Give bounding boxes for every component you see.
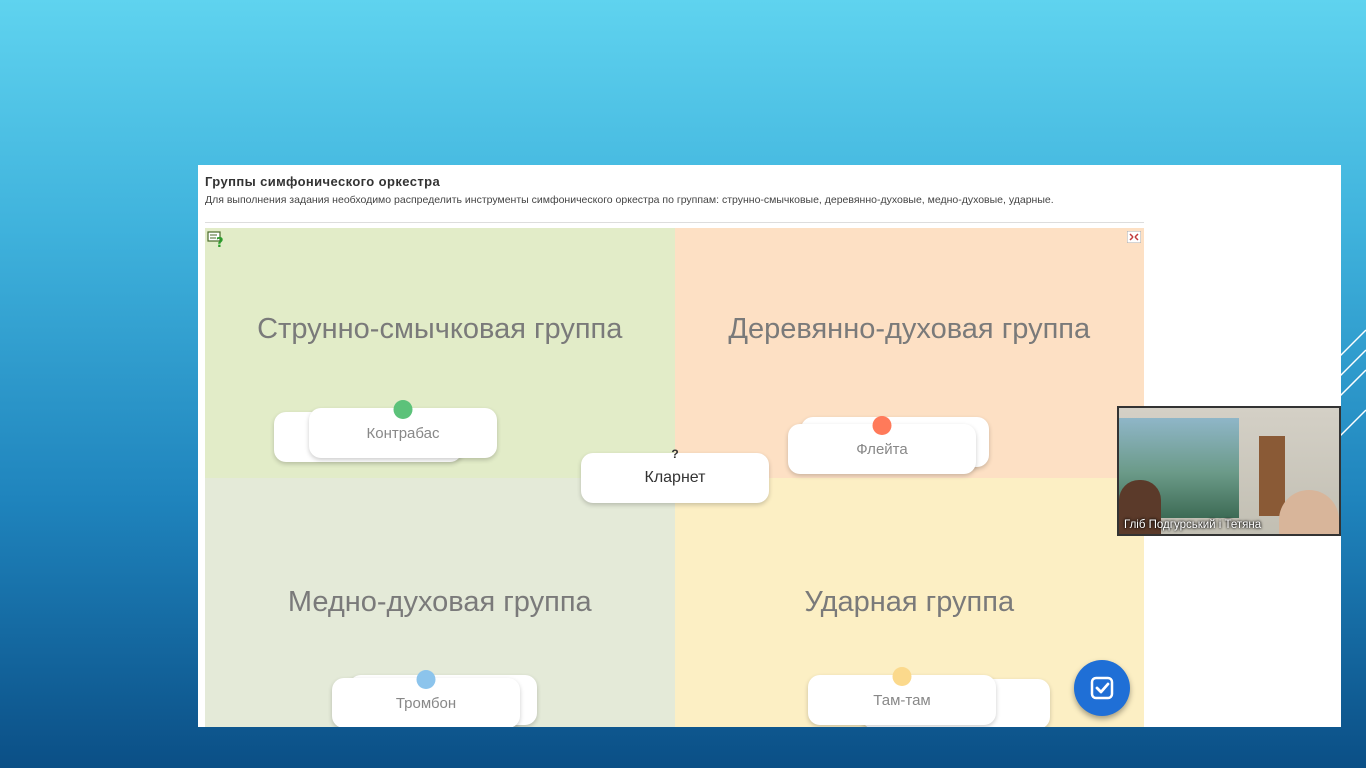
group-title: Медно-духовая группа: [287, 586, 592, 618]
task-title: Группы симфонического оркестра: [205, 174, 441, 189]
check-answer-button[interactable]: [1074, 660, 1130, 716]
unknown-marker: ?: [671, 447, 679, 461]
participant-name: Гліб Подгурський і Тетяна: [1124, 519, 1262, 531]
sorting-board: Струнно-смычковая группа Деревянно-духов…: [205, 228, 1144, 727]
card-label: Кларнет: [644, 469, 706, 486]
check-icon: [1090, 676, 1114, 700]
card-label: Флейта: [856, 440, 908, 458]
fullscreen-icon[interactable]: [1127, 231, 1141, 243]
card-label: Тромбон: [395, 694, 457, 712]
instrument-card-percussion[interactable]: Там-там: [808, 667, 996, 725]
svg-text:?: ?: [216, 236, 224, 248]
brass-dot: [416, 670, 436, 689]
divider: [205, 222, 1144, 223]
task-description: Для выполнения задания необходимо распре…: [205, 194, 1054, 206]
card-label: Контрабас: [366, 424, 440, 442]
woodwind-dot: [872, 416, 892, 435]
current-instrument-card[interactable]: ? Кларнет: [581, 447, 769, 503]
video-background-door: [1259, 436, 1285, 516]
card-label: Там-там: [873, 691, 931, 709]
instrument-card-strings[interactable]: Контрабас: [309, 400, 497, 458]
strings-dot: [393, 400, 413, 419]
group-title: Деревянно-духовая группа: [728, 313, 1091, 345]
group-title: Ударная группа: [804, 586, 1015, 618]
help-icon[interactable]: ?: [207, 230, 225, 248]
percussion-dot: [892, 667, 912, 686]
video-participant-tile[interactable]: Гліб Подгурський і Тетяна: [1117, 406, 1341, 536]
participant-figure: [1279, 490, 1339, 534]
instrument-card-brass[interactable]: Тромбон: [332, 670, 520, 727]
group-title: Струнно-смычковая группа: [257, 313, 623, 345]
instrument-card-woodwind[interactable]: Флейта: [788, 416, 976, 474]
